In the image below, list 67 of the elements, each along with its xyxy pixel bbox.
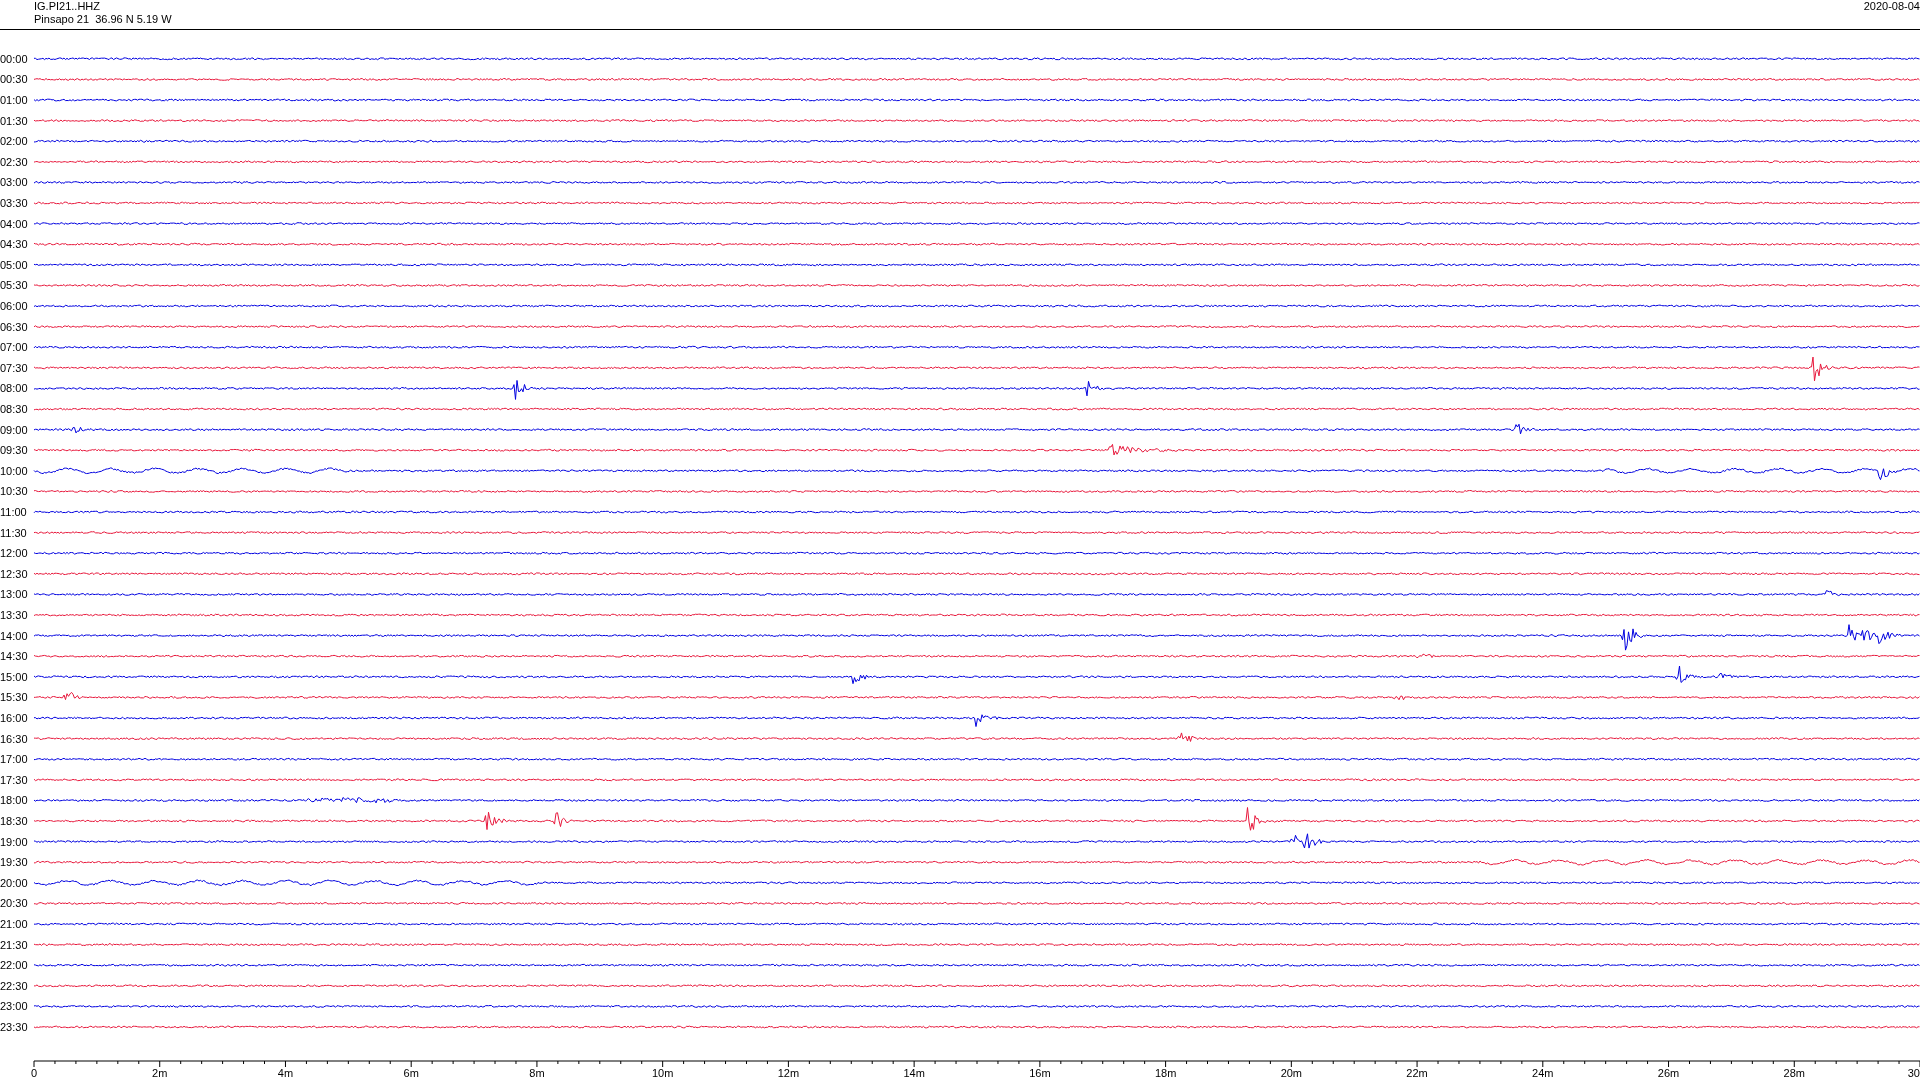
time-label: 23:00 — [0, 1000, 28, 1013]
time-label: 21:30 — [0, 938, 28, 951]
axis-tick-label: 30 — [1907, 1067, 1920, 1078]
time-label: 03:00 — [0, 176, 28, 189]
time-label: 01:00 — [0, 94, 28, 106]
time-label: 07:00 — [0, 341, 28, 354]
axis-tick-label: 12m — [777, 1067, 800, 1078]
time-label: 19:00 — [0, 835, 28, 848]
time-label: 15:00 — [0, 670, 28, 683]
time-label: 11:00 — [0, 506, 27, 518]
time-label: 02:00 — [0, 135, 28, 148]
time-label: 22:30 — [0, 979, 28, 992]
time-label: 08:30 — [0, 403, 28, 415]
time-label: 14:30 — [0, 650, 28, 663]
axis-tick-label: 2m — [152, 1067, 168, 1078]
time-label: 06:00 — [0, 300, 28, 312]
axis-tick-label: 6m — [403, 1067, 419, 1078]
time-label: 17:30 — [0, 773, 28, 786]
time-label: 21:00 — [0, 918, 28, 930]
time-label: 08:00 — [0, 382, 28, 395]
time-label: 05:00 — [0, 258, 28, 271]
time-label: 02:30 — [0, 155, 28, 168]
time-label: 07:30 — [0, 361, 28, 374]
time-label: 14:00 — [0, 629, 28, 642]
time-label: 04:30 — [0, 238, 28, 251]
time-label: 13:00 — [0, 588, 28, 601]
time-label: 20:30 — [0, 897, 28, 910]
station-location: Pinsapo 21 36.96 N 5.19 W — [34, 13, 172, 26]
time-label: 17:00 — [0, 753, 28, 766]
time-label: 05:30 — [0, 279, 28, 292]
station-code: IG.PI21..HHZ — [34, 0, 102, 13]
time-label: 00:30 — [0, 73, 28, 86]
axis-tick-label: 4m — [277, 1067, 294, 1078]
time-label: 20:00 — [0, 876, 28, 889]
axis-tick-label: 10m — [651, 1067, 674, 1078]
time-label: 22:00 — [0, 959, 28, 972]
axis-tick-label: 14m — [903, 1067, 925, 1078]
time-label: 16:30 — [0, 732, 28, 745]
time-label: 16:00 — [0, 712, 28, 724]
time-label: 06:30 — [0, 320, 28, 333]
time-label: 03:30 — [0, 197, 28, 209]
time-label: 10:00 — [0, 464, 28, 477]
time-label: 11:30 — [0, 526, 27, 539]
time-label: 18:00 — [0, 794, 28, 807]
axis-tick-label: 8m — [529, 1067, 545, 1078]
axis-tick-label: 18m — [1154, 1067, 1177, 1078]
axis-tick-label: 24m — [1532, 1067, 1554, 1078]
time-label: 00:00 — [0, 52, 28, 65]
axis-tick-label: 16m — [1029, 1067, 1051, 1078]
time-label: 18:30 — [0, 815, 28, 827]
time-label: 01:30 — [0, 114, 28, 127]
time-label: 09:30 — [0, 444, 28, 457]
axis-tick-label: 20m — [1280, 1067, 1303, 1078]
time-label: 10:30 — [0, 485, 28, 498]
axis-tick-label: 22m — [1406, 1067, 1428, 1078]
time-label: 12:30 — [0, 567, 28, 580]
axis-tick-label: 28m — [1783, 1067, 1805, 1078]
time-label: 09:00 — [0, 423, 28, 436]
time-label: 23:30 — [0, 1021, 28, 1033]
time-label: 12:00 — [0, 547, 28, 560]
axis-tick-label: 26m — [1657, 1067, 1680, 1078]
time-label: 15:30 — [0, 691, 28, 704]
time-label: 04:00 — [0, 217, 28, 230]
date-label: 2020-08-04 — [1863, 0, 1920, 13]
time-label: 19:30 — [0, 856, 28, 869]
time-label: 13:30 — [0, 609, 28, 621]
axis-tick-label: 0 — [31, 1067, 38, 1078]
